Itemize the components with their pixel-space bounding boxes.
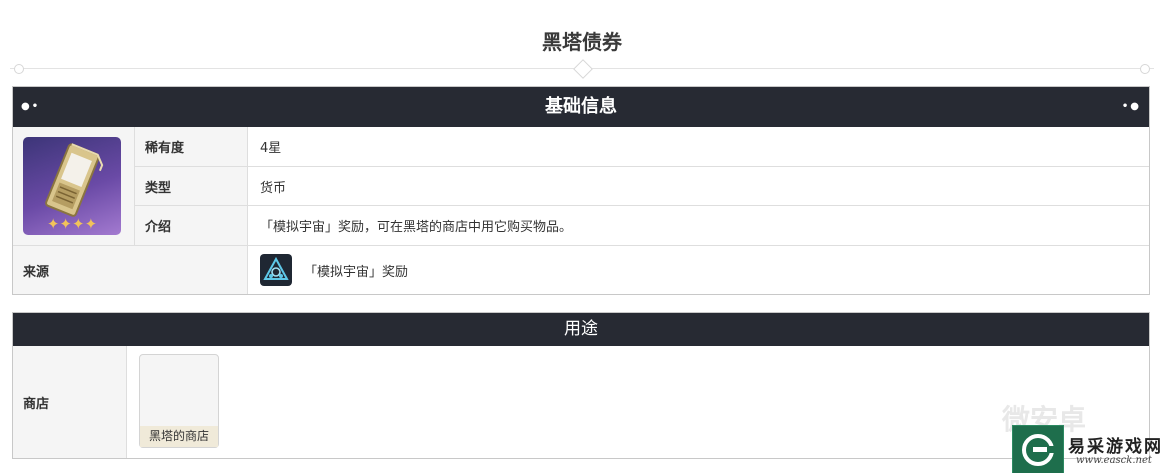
section-header: ●• 基础信息 •●: [13, 87, 1149, 127]
page-title: 黑塔债券: [542, 30, 622, 54]
description-value: 「模拟宇宙」奖励，可在黑塔的商店中用它购买物品。: [260, 220, 573, 235]
source-link[interactable]: 「模拟宇宙」奖励: [304, 261, 408, 280]
item-icon-cell: ✦✦✦✦: [13, 127, 134, 245]
watermark-site-url: www.easck.net: [1076, 455, 1152, 466]
usage-header: 用途: [13, 313, 1149, 346]
type-label: 类型: [135, 167, 247, 205]
shop-card-caption[interactable]: 黑塔的商店: [140, 426, 218, 447]
diamond-ornament-icon: [573, 59, 593, 79]
source-label: 来源: [13, 246, 247, 294]
shop-label: 商店: [13, 346, 126, 458]
rarity-stars: ✦✦✦✦: [46, 215, 98, 233]
type-value: 货币: [260, 180, 287, 196]
site-logo-icon: [1012, 425, 1064, 473]
rarity-value: 4星: [260, 141, 282, 156]
source-cell: 「模拟宇宙」奖励: [248, 246, 1149, 294]
item-detail-page: 黑塔债券 ●• 基础信息 •● ✦✦✦✦ 稀有度 4星 类型 货币 介绍 「模拟…: [0, 0, 1164, 473]
shop-card[interactable]: 黑塔的商店: [139, 354, 219, 448]
simulated-universe-icon: [260, 254, 292, 286]
usage-section: 用途 商店 黑塔的商店: [12, 312, 1150, 459]
header-decoration-right: •●: [1121, 101, 1141, 112]
ornament-divider: [10, 59, 1154, 79]
watermark-site-name: 易采游戏网: [1068, 437, 1163, 457]
bond-item-icon: ✦✦✦✦: [23, 137, 121, 235]
basic-info-section: ●• 基础信息 •● ✦✦✦✦ 稀有度 4星 类型 货币 介绍 「模拟宇宙」奖励…: [12, 86, 1150, 295]
rarity-label: 稀有度: [135, 127, 247, 166]
section-header-title: 基础信息: [545, 96, 617, 117]
description-label: 介绍: [135, 206, 247, 245]
usage-header-title: 用途: [564, 319, 598, 339]
header-decoration-left: ●•: [21, 101, 41, 112]
